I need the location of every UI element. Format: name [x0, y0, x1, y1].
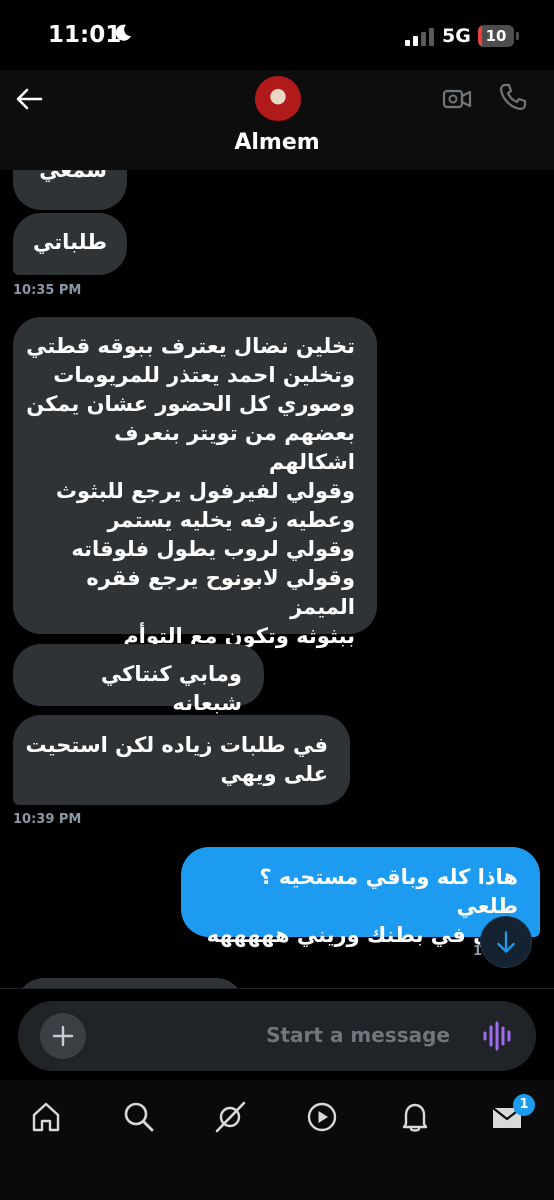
message-input[interactable]: Start a message [18, 1023, 450, 1047]
video-play-icon[interactable] [305, 1100, 339, 1134]
message-bubble-incoming[interactable]: في طلبات زياده لكن استحيت على ويهي [13, 715, 350, 805]
message-bubble-incoming[interactable]: سمعي [13, 170, 127, 210]
back-arrow-icon[interactable] [14, 84, 44, 114]
message-bubble-incoming[interactable] [16, 978, 244, 988]
search-icon[interactable] [122, 1100, 156, 1134]
status-time: 11:01 [48, 22, 122, 48]
messages-badge: 1 [513, 1094, 535, 1116]
network-type: 5G [442, 25, 471, 47]
battery-cap [516, 32, 519, 40]
status-bar: 11:01 5G 10 [0, 0, 554, 70]
voice-message-icon[interactable] [482, 1021, 512, 1051]
message-bubble-incoming[interactable]: طلباتي [13, 213, 127, 275]
avatar[interactable] [255, 76, 301, 122]
video-call-icon[interactable] [442, 84, 472, 114]
message-timestamp: 10:35 PM [13, 283, 82, 298]
battery-icon: 10 [478, 25, 514, 47]
conversation-header: Almem [0, 70, 554, 170]
home-icon[interactable] [29, 1100, 63, 1134]
message-composer[interactable]: Start a message [18, 1001, 536, 1071]
scroll-down-button[interactable] [480, 916, 532, 968]
message-timestamp: 10:39 PM [13, 812, 82, 827]
battery-level: 10 [485, 27, 507, 45]
bottom-navigation: 1 [0, 1080, 554, 1200]
grok-icon[interactable] [213, 1100, 247, 1134]
message-list[interactable]: سمعي طلباتي 10:35 PM تخلين نضال يعترف بب… [0, 170, 554, 988]
composer-bar: Start a message [0, 988, 554, 1079]
contact-name[interactable]: Almem [0, 130, 554, 155]
message-bubble-incoming[interactable]: تخلين نضال يعترف ببوقه قطتي وتخلين احمد … [13, 317, 377, 648]
notifications-bell-icon[interactable] [398, 1100, 432, 1134]
message-bubble-incoming[interactable]: ومابي كنتاكي شبعانه [13, 644, 264, 715]
moon-icon [115, 24, 131, 41]
signal-icon [405, 28, 434, 46]
phone-icon[interactable] [498, 82, 528, 112]
